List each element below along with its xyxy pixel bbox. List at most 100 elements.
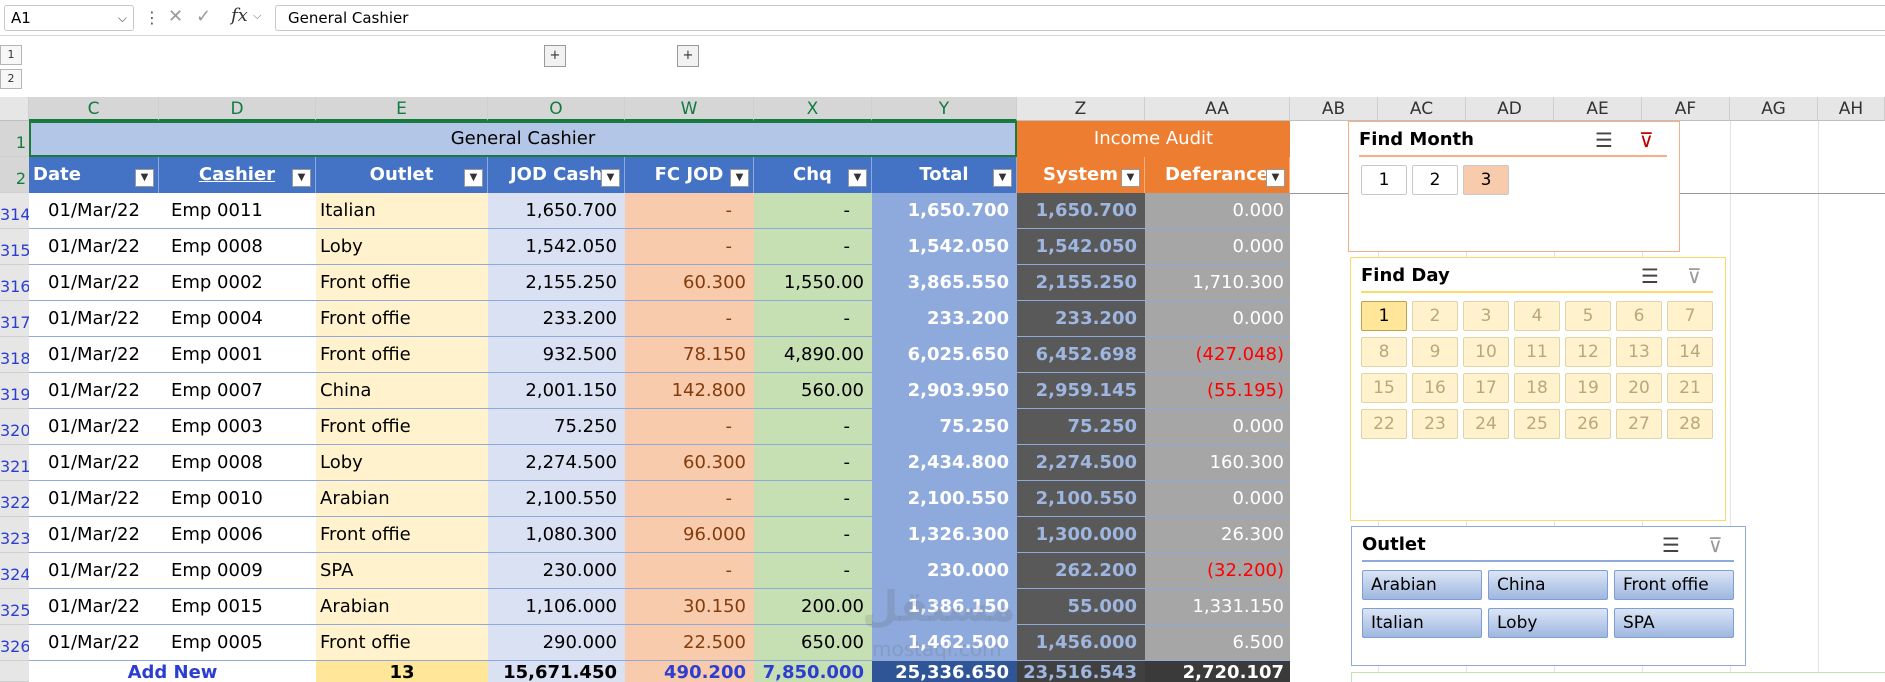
summary-total[interactable]: 25,336.650 xyxy=(872,661,1017,682)
cell-cashier[interactable]: Emp 0002 xyxy=(159,265,316,301)
row-header[interactable]: 324 xyxy=(0,553,31,589)
day-item-18[interactable]: 18 xyxy=(1514,373,1560,403)
column-header-ag[interactable]: AG xyxy=(1730,97,1818,121)
cell-cashier[interactable]: Emp 0009 xyxy=(159,553,316,589)
outlet-item-china[interactable]: China xyxy=(1488,570,1608,600)
clear-filter-icon[interactable]: ⊽ xyxy=(1708,533,1723,557)
cell-fc-jod[interactable]: - xyxy=(625,481,754,517)
header-chq[interactable]: Chq ▼ xyxy=(754,157,872,193)
cell-cashier[interactable]: Emp 0007 xyxy=(159,373,316,409)
cell-jod-cash[interactable]: 233.200 xyxy=(488,301,625,337)
cell-outlet[interactable]: Front offie xyxy=(316,625,488,661)
cell-jod-cash[interactable]: 290.000 xyxy=(488,625,625,661)
column-header-ah[interactable]: AH xyxy=(1818,97,1885,121)
filter-dropdown-icon[interactable]: ▼ xyxy=(730,169,749,187)
row-header[interactable]: 326 xyxy=(0,625,31,661)
cell-system[interactable]: 1,542.050 xyxy=(1017,229,1145,265)
cell-total[interactable]: 2,434.800 xyxy=(872,445,1017,481)
row-header[interactable]: 318 xyxy=(0,337,31,373)
cell-outlet[interactable]: Front offie xyxy=(316,337,488,373)
cell-fc-jod[interactable]: - xyxy=(625,409,754,445)
cell-cashier[interactable]: Emp 0004 xyxy=(159,301,316,337)
column-header-af[interactable]: AF xyxy=(1642,97,1730,121)
cell-total[interactable]: 1,326.300 xyxy=(872,517,1017,553)
filter-dropdown-icon[interactable]: ▼ xyxy=(292,169,311,187)
column-header-ad[interactable]: AD xyxy=(1466,97,1554,121)
column-header-aa[interactable]: AA xyxy=(1145,97,1290,121)
cell-jod-cash[interactable]: 1,106.000 xyxy=(488,589,625,625)
cell-chq[interactable]: - xyxy=(754,481,872,517)
summary-chq[interactable]: 7,850.000 xyxy=(754,661,872,682)
cell-cashier[interactable]: Emp 0008 xyxy=(159,229,316,265)
filter-dropdown-icon[interactable]: ▼ xyxy=(1121,169,1140,187)
cell-system[interactable]: 2,274.500 xyxy=(1017,445,1145,481)
day-item-3[interactable]: 3 xyxy=(1463,301,1509,331)
name-box[interactable]: A1 ⌵ xyxy=(4,5,134,31)
day-item-11[interactable]: 11 xyxy=(1514,337,1560,367)
filter-dropdown-icon[interactable]: ▼ xyxy=(464,169,483,187)
outline-level-2-button[interactable]: 2 xyxy=(0,69,22,89)
multi-select-icon[interactable]: ☰ xyxy=(1595,128,1613,152)
row-header[interactable]: 325 xyxy=(0,589,31,625)
cell-chq[interactable]: - xyxy=(754,445,872,481)
cell-jod-cash[interactable]: 230.000 xyxy=(488,553,625,589)
cell-system[interactable]: 6,452.698 xyxy=(1017,337,1145,373)
cell-cashier[interactable]: Emp 0010 xyxy=(159,481,316,517)
cell-jod-cash[interactable]: 2,001.150 xyxy=(488,373,625,409)
filter-dropdown-icon[interactable]: ▼ xyxy=(1266,169,1285,187)
expand-group-button[interactable]: + xyxy=(677,45,699,67)
day-item-8[interactable]: 8 xyxy=(1361,337,1407,367)
column-header-o[interactable]: O xyxy=(488,97,625,121)
cell-cashier[interactable]: Emp 0003 xyxy=(159,409,316,445)
day-item-5[interactable]: 5 xyxy=(1565,301,1611,331)
outlet-item-italian[interactable]: Italian xyxy=(1362,608,1482,638)
cell-cashier[interactable]: Emp 0001 xyxy=(159,337,316,373)
cell-deferance[interactable]: 1,331.150 xyxy=(1145,589,1290,625)
header-outlet[interactable]: Outlet ▼ xyxy=(316,157,488,193)
cell-outlet[interactable]: China xyxy=(316,373,488,409)
cell-cashier[interactable]: Emp 0006 xyxy=(159,517,316,553)
cell-system[interactable]: 2,100.550 xyxy=(1017,481,1145,517)
column-header-ab[interactable]: AB xyxy=(1290,97,1378,121)
clear-filter-icon[interactable]: ⊽ xyxy=(1687,264,1702,288)
cell-system[interactable]: 2,959.145 xyxy=(1017,373,1145,409)
header-system[interactable]: System ▼ xyxy=(1017,157,1145,193)
cell-date[interactable]: 01/Mar/22 xyxy=(29,517,159,553)
cell-fc-jod[interactable]: 142.800 xyxy=(625,373,754,409)
cell-jod-cash[interactable]: 1,080.300 xyxy=(488,517,625,553)
cell-system[interactable]: 1,456.000 xyxy=(1017,625,1145,661)
cell-jod-cash[interactable]: 2,100.550 xyxy=(488,481,625,517)
cell-total[interactable]: 233.200 xyxy=(872,301,1017,337)
enter-check-icon[interactable]: ✓ xyxy=(196,6,211,27)
cell-chq[interactable]: - xyxy=(754,409,872,445)
multi-select-icon[interactable]: ☰ xyxy=(1662,533,1680,557)
cell-outlet[interactable]: SPA xyxy=(316,553,488,589)
cell-date[interactable]: 01/Mar/22 xyxy=(29,193,159,229)
cell-fc-jod[interactable]: 60.300 xyxy=(625,265,754,301)
day-item-13[interactable]: 13 xyxy=(1616,337,1662,367)
cell-total[interactable]: 1,542.050 xyxy=(872,229,1017,265)
cell-outlet[interactable]: Loby xyxy=(316,229,488,265)
cell-chq[interactable]: 650.00 xyxy=(754,625,872,661)
cell-system[interactable]: 262.200 xyxy=(1017,553,1145,589)
cell-outlet[interactable]: Arabian xyxy=(316,589,488,625)
day-item-16[interactable]: 16 xyxy=(1412,373,1458,403)
row-header[interactable]: 319 xyxy=(0,373,31,409)
insert-function-icon[interactable]: fx xyxy=(231,5,248,26)
cell-outlet[interactable]: Front offie xyxy=(316,409,488,445)
outlet-slicer[interactable]: Outlet ☰ ⊽ Arabian China Front offie Ita… xyxy=(1351,526,1746,666)
cell-deferance[interactable]: 0.000 xyxy=(1145,481,1290,517)
cell-deferance[interactable]: 0.000 xyxy=(1145,229,1290,265)
find-month-slicer[interactable]: Find Month ☰ ⊽ 1 2 3 xyxy=(1348,121,1680,252)
day-item-28[interactable]: 28 xyxy=(1667,409,1713,439)
cell-deferance[interactable]: 26.300 xyxy=(1145,517,1290,553)
day-item-10[interactable]: 10 xyxy=(1463,337,1509,367)
chevron-down-icon[interactable]: ⌵ xyxy=(118,6,127,30)
cell-outlet[interactable]: Loby xyxy=(316,445,488,481)
cell-cashier[interactable]: Emp 0015 xyxy=(159,589,316,625)
month-item-3[interactable]: 3 xyxy=(1463,165,1509,195)
cell-fc-jod[interactable]: 30.150 xyxy=(625,589,754,625)
row-header[interactable]: 320 xyxy=(0,409,31,445)
cell-jod-cash[interactable]: 2,274.500 xyxy=(488,445,625,481)
cell-fc-jod[interactable]: 22.500 xyxy=(625,625,754,661)
